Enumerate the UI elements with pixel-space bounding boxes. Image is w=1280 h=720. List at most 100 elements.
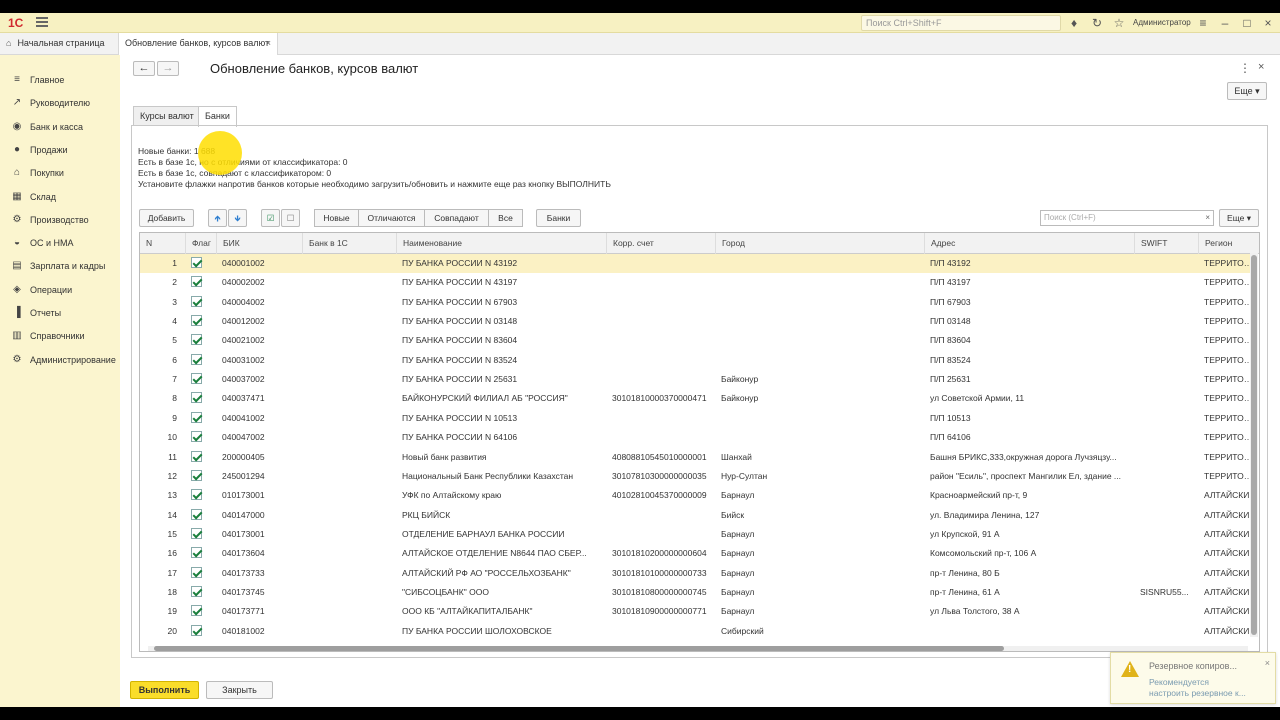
sidebar-item[interactable]: ▥ Справочники	[0, 325, 120, 347]
tab-banks[interactable]: Банки	[198, 106, 237, 127]
sidebar-item[interactable]: ● Продажи	[0, 139, 120, 161]
sidebar-item[interactable]: ▤ Зарплата и кадры	[0, 255, 120, 277]
bell-icon[interactable]: ♦	[1067, 16, 1081, 30]
column-header[interactable]: Наименование	[396, 233, 606, 254]
row-flag-checkbox[interactable]	[191, 411, 202, 423]
notification-close-icon[interactable]: ×	[1265, 658, 1270, 668]
column-header[interactable]: Регион	[1198, 233, 1258, 254]
row-flag-checkbox[interactable]	[191, 527, 202, 539]
row-flag-checkbox[interactable]	[191, 431, 202, 443]
table-search-input[interactable]: Поиск (Ctrl+F) ×	[1040, 210, 1214, 226]
table-row[interactable]: 13 010173001 УФК по Алтайскому краю 4010281…	[140, 486, 1252, 505]
table-more-button[interactable]: Еще ▾	[1219, 209, 1259, 227]
tab-update-banks[interactable]: Обновление банков, курсов валют ×	[118, 33, 278, 55]
column-header[interactable]: Город	[715, 233, 924, 254]
row-flag-checkbox[interactable]	[191, 353, 202, 365]
form-close-icon[interactable]: ×	[1258, 61, 1264, 73]
horizontal-scrollbar[interactable]	[148, 646, 1248, 651]
run-button[interactable]: Выполнить	[130, 681, 199, 699]
sidebar-item[interactable]: ◒ ОС и НМА	[0, 232, 120, 254]
minimize-icon[interactable]: –	[1218, 16, 1232, 30]
table-row[interactable]: 18 040173745 "СИБСОЦБАНК" ООО 3010181080000…	[140, 583, 1252, 602]
row-flag-checkbox[interactable]	[191, 276, 202, 288]
row-flag-checkbox[interactable]	[191, 489, 202, 501]
row-flag-checkbox[interactable]	[191, 295, 202, 307]
more-actions-icon[interactable]: ⋮	[1239, 61, 1251, 75]
form-more-button[interactable]: Еще ▾	[1227, 82, 1267, 100]
tab-close-icon[interactable]: ×	[266, 33, 271, 54]
tab-currency-rates[interactable]: Курсы валют	[133, 106, 201, 126]
table-row[interactable]: 14 040147000 РКЦ БИЙСК Бийск ул. Владимира Л…	[140, 506, 1252, 525]
move-down-button[interactable]: 🡻	[228, 209, 247, 227]
column-header[interactable]: SWIFT	[1134, 233, 1198, 254]
main-menu-icon[interactable]	[36, 17, 48, 27]
row-flag-checkbox[interactable]	[191, 450, 202, 462]
filter-differ-button[interactable]: Отличаются	[358, 209, 425, 227]
table-row[interactable]: 6 040031002 ПУ БАНКА РОССИИ N 83524 П/П 835…	[140, 351, 1254, 370]
history-icon[interactable]: ↻	[1090, 16, 1104, 30]
row-flag-checkbox[interactable]	[191, 508, 202, 520]
sidebar-item[interactable]: ▦ Склад	[0, 186, 120, 208]
column-header[interactable]: N	[140, 233, 185, 254]
table-row[interactable]: 12 245001294 Национальный Банк Республики …	[140, 467, 1254, 486]
notification-link[interactable]: Рекомендуется настроить резервное к...	[1149, 677, 1249, 699]
table-row[interactable]: 8 040037471 БАЙКОНУРСКИЙ ФИЛИАЛ АБ "РОССИЯ…	[140, 389, 1254, 408]
table-row[interactable]: 9 040041002 ПУ БАНКА РОССИИ N 10513 П/П 105…	[140, 409, 1254, 428]
row-flag-checkbox[interactable]	[191, 373, 202, 385]
table-row[interactable]: 4 040012002 ПУ БАНКА РОССИИ N 03148 П/П 031…	[140, 312, 1254, 331]
row-flag-checkbox[interactable]	[191, 585, 202, 597]
table-row[interactable]: 7 040037002 ПУ БАНКА РОССИИ N 25631 Байкону…	[140, 370, 1254, 389]
clear-search-icon[interactable]: ×	[1205, 211, 1210, 225]
sidebar-item[interactable]: ≡ Главное	[0, 69, 120, 91]
row-flag-checkbox[interactable]	[191, 315, 202, 327]
move-up-button[interactable]: 🡹	[208, 209, 227, 227]
current-user[interactable]: Администратор	[1133, 18, 1191, 27]
table-row[interactable]: 1 040001002 ПУ БАНКА РОССИИ N 43192 П/П 431…	[140, 254, 1254, 273]
table-row[interactable]: 11 200000405 Новый банк развития 4080881054…	[140, 448, 1254, 467]
check-all-button[interactable]: ☑	[261, 209, 280, 227]
row-flag-checkbox[interactable]	[191, 566, 202, 578]
row-flag-checkbox[interactable]	[191, 392, 202, 404]
table-row[interactable]: 15 040173001 ОТДЕЛЕНИЕ БАРНАУЛ БАНКА РОССИ…	[140, 525, 1252, 544]
backup-notification[interactable]: Резервное копиров... Рекомендуется настр…	[1110, 652, 1276, 704]
filter-new-button[interactable]: Новые	[314, 209, 359, 227]
window-close-icon[interactable]: ×	[1261, 16, 1275, 30]
row-flag-checkbox[interactable]	[191, 257, 202, 268]
table-row[interactable]: 17 040173733 АЛТАЙСКИЙ РФ АО "РОССЕЛЬХОЗБА…	[140, 564, 1252, 583]
tab-home[interactable]: ⌂ Начальная страница	[0, 33, 115, 54]
filter-all-button[interactable]: Все	[488, 209, 523, 227]
table-row[interactable]: 20 040181002 ПУ БАНКА РОССИИ ШОЛОХОВСКОЕ Си…	[140, 622, 1252, 641]
table-row[interactable]: 2 040002002 ПУ БАНКА РОССИИ N 43197 П/П 431…	[140, 273, 1254, 292]
sidebar-item[interactable]: ⚙ Производство	[0, 209, 120, 231]
row-flag-checkbox[interactable]	[191, 334, 202, 346]
back-button[interactable]: ←	[133, 61, 155, 76]
sidebar-item[interactable]: ⚙ Администрирование	[0, 349, 120, 371]
table-row[interactable]: 3 040004002 ПУ БАНКА РОССИИ N 67903 П/П 679…	[140, 293, 1254, 312]
vertical-scrollbar[interactable]	[1250, 253, 1258, 637]
table-row[interactable]: 5 040021002 ПУ БАНКА РОССИИ N 83604 П/П 836…	[140, 331, 1254, 350]
restore-icon[interactable]: □	[1240, 16, 1254, 30]
vertical-scroll-thumb[interactable]	[1251, 255, 1257, 635]
sidebar-item[interactable]: ▐ Отчеты	[0, 302, 120, 324]
sidebar-item[interactable]: ⌂ Покупки	[0, 162, 120, 184]
uncheck-all-button[interactable]: ☐	[281, 209, 300, 227]
table-row[interactable]: 10 040047002 ПУ БАНКА РОССИИ N 64106 П/П 64…	[140, 428, 1254, 447]
horizontal-scroll-thumb[interactable]	[154, 646, 1004, 651]
sidebar-item[interactable]: ◈ Операции	[0, 279, 120, 301]
filter-match-button[interactable]: Совпадают	[424, 209, 489, 227]
column-header[interactable]: Флаг	[185, 233, 216, 254]
table-row[interactable]: 19 040173771 ООО КБ "АЛТАЙКАПИТАЛБАНК" 3010…	[140, 602, 1252, 621]
row-flag-checkbox[interactable]	[191, 605, 202, 617]
column-header[interactable]: Адрес	[924, 233, 1134, 254]
sidebar-item[interactable]: ↗ Руководителю	[0, 92, 120, 114]
column-header[interactable]: Корр. счет	[606, 233, 715, 254]
banks-button[interactable]: Банки	[536, 209, 581, 227]
add-button[interactable]: Добавить	[139, 209, 194, 227]
forward-button[interactable]: →	[157, 61, 179, 76]
sidebar-item[interactable]: ◉ Банк и касса	[0, 116, 120, 138]
row-flag-checkbox[interactable]	[191, 469, 202, 481]
table-row[interactable]: 16 040173604 АЛТАЙСКОЕ ОТДЕЛЕНИЕ N8644 ПАО…	[140, 544, 1252, 563]
row-flag-checkbox[interactable]	[191, 547, 202, 559]
row-flag-checkbox[interactable]	[191, 624, 202, 636]
settings-menu-icon[interactable]: ≡	[1196, 16, 1210, 30]
